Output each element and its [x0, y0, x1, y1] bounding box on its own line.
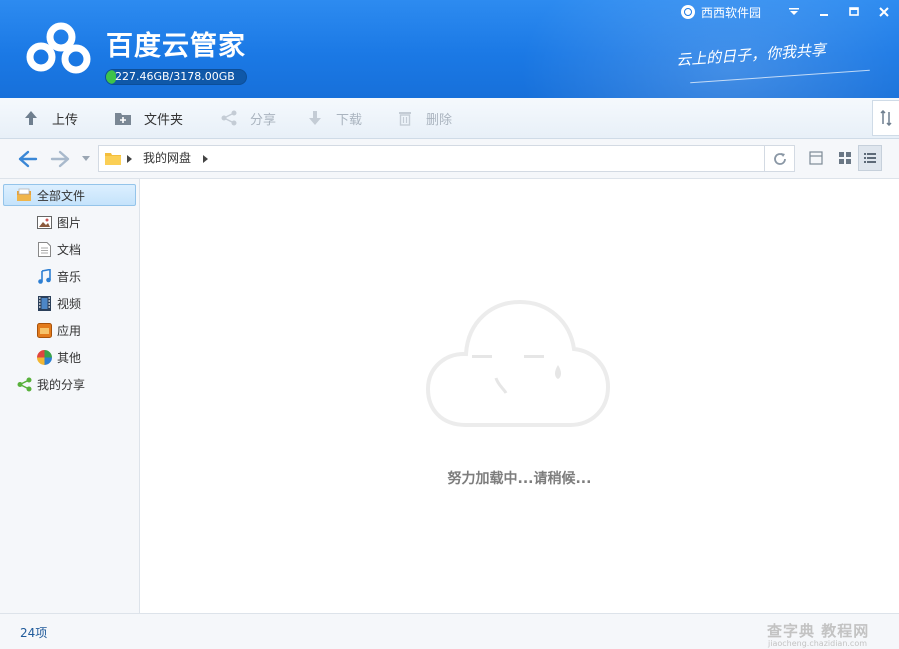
share-icon: [220, 109, 238, 127]
sidebar-item-label: 全部文件: [37, 188, 86, 203]
trash-icon: [396, 109, 414, 127]
folder-icon: [105, 153, 121, 165]
site-badge-icon: [680, 5, 695, 19]
sidebar-item-label: 视频: [57, 296, 82, 311]
forward-arrow-icon[interactable]: [50, 150, 70, 168]
grid-view-button[interactable]: [833, 145, 857, 171]
sidebar-item-my-shares[interactable]: 我的分享: [16, 373, 85, 395]
menu-dropdown-icon: [789, 8, 799, 15]
sidebar-item-other[interactable]: 其他: [36, 346, 81, 368]
close-button[interactable]: [869, 0, 899, 24]
category-sidebar: 全部文件 图片 文档 音乐 视频 应用 其他 我的分享: [0, 179, 140, 613]
delete-label: 删除: [426, 112, 453, 128]
file-list-area: 努力加载中...请稍候...: [140, 179, 899, 613]
sidebar-item-apps[interactable]: 应用: [36, 319, 81, 341]
sidebar-item-documents[interactable]: 文档: [36, 238, 81, 260]
share-icon: [16, 376, 32, 392]
transfer-arrows-icon: [880, 110, 892, 126]
watermark-url: jiaocheng.chazidian.com: [768, 639, 868, 648]
baidu-cloud-logo-icon: [26, 22, 91, 74]
sidebar-item-label: 图片: [57, 215, 82, 230]
menu-dropdown-button[interactable]: [779, 0, 809, 24]
storage-quota-bar: 227.46GB/3178.00GB: [105, 69, 247, 85]
sidebar-item-pictures[interactable]: 图片: [36, 211, 81, 233]
new-folder-icon: [114, 109, 132, 127]
refresh-icon: [773, 152, 786, 165]
refresh-button[interactable]: [765, 145, 795, 172]
path-separator-icon: [127, 155, 132, 163]
download-icon: [306, 109, 324, 127]
app-icon: [36, 322, 52, 338]
loading-cloud-icon: [426, 299, 610, 427]
share-label: 分享: [250, 112, 277, 128]
upload-button[interactable]: 上传: [22, 98, 78, 138]
share-button[interactable]: 分享: [220, 98, 276, 138]
new-folder-button[interactable]: 文件夹: [114, 98, 183, 138]
sidebar-item-label: 其他: [57, 350, 82, 365]
status-bar: 24项 查字典 教程网 jiaocheng.chazidian.com: [0, 613, 899, 649]
path-bar[interactable]: 我的网盘: [98, 145, 765, 172]
close-icon: [879, 7, 889, 17]
sidebar-item-videos[interactable]: 视频: [36, 292, 81, 314]
sidebar-item-music[interactable]: 音乐: [36, 265, 81, 287]
list-view-button[interactable]: [858, 145, 882, 171]
upload-label: 上传: [52, 112, 79, 128]
item-count: 24项: [20, 626, 48, 640]
sidebar-item-all-files[interactable]: 全部文件: [3, 184, 136, 206]
grid-view-icon: [839, 152, 851, 164]
app-header: 百度云管家 227.46GB/3178.00GB 云上的日子，你我共享 西西软件…: [0, 0, 899, 98]
sidebar-item-label: 音乐: [57, 269, 82, 284]
navigation-bar: 我的网盘: [0, 139, 899, 179]
sidebar-item-label: 文档: [57, 242, 82, 257]
main-toolbar: 上传 文件夹 分享 下载 删除: [0, 98, 899, 139]
download-button[interactable]: 下载: [306, 98, 362, 138]
preview-pane-button[interactable]: [804, 145, 828, 171]
site-badge: 西西软件园: [680, 4, 761, 21]
path-separator-icon[interactable]: [203, 155, 208, 163]
download-label: 下载: [336, 112, 363, 128]
maximize-icon: [849, 7, 859, 16]
history-dropdown-icon[interactable]: [82, 156, 90, 162]
document-icon: [36, 241, 52, 257]
list-view-icon: [864, 153, 876, 163]
sidebar-item-label: 我的分享: [37, 377, 86, 392]
watermark-logo: 查字典 教程网: [767, 622, 870, 640]
back-arrow-icon[interactable]: [18, 150, 38, 168]
maximize-button[interactable]: [839, 0, 869, 24]
site-badge-label: 西西软件园: [700, 5, 761, 20]
video-icon: [36, 295, 52, 311]
minimize-icon: [820, 14, 828, 16]
preview-pane-icon: [809, 151, 823, 165]
loading-message: 努力加载中...请稍候...: [447, 471, 592, 487]
delete-button[interactable]: 删除: [396, 98, 452, 138]
app-title: 百度云管家: [106, 31, 246, 62]
upload-icon: [22, 109, 40, 127]
transfer-panel-toggle[interactable]: [872, 100, 899, 136]
window-controls: 西西软件园: [680, 0, 899, 24]
all-files-icon: [16, 187, 32, 203]
storage-quota-text: 227.46GB/3178.00GB: [115, 70, 235, 83]
breadcrumb-root[interactable]: 我的网盘: [143, 146, 191, 171]
music-icon: [36, 268, 52, 284]
sidebar-item-label: 应用: [57, 323, 82, 338]
minimize-button[interactable]: [809, 0, 839, 24]
new-folder-label: 文件夹: [144, 112, 184, 128]
other-icon: [36, 349, 52, 365]
picture-icon: [36, 214, 52, 230]
